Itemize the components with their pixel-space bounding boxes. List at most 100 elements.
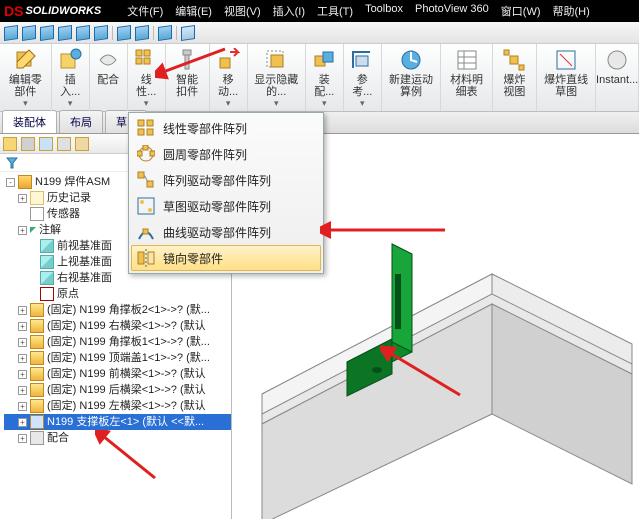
ribbon-instant[interactable]: Instant... [596,44,639,111]
qat-icon[interactable] [94,25,108,41]
qat-icon[interactable] [117,25,131,41]
separator [176,26,177,40]
qat-icon[interactable] [22,25,36,41]
tree-part[interactable]: +(固定) N199 后横梁<1>->? (默认 [4,382,231,398]
ribbon-move[interactable]: 移动...▾ [210,44,248,111]
menu-help[interactable]: 帮助(H) [547,3,596,19]
qat-icon[interactable] [135,25,149,41]
menu-label: 圆周零部件阵列 [163,146,247,163]
panel-tab-icon[interactable] [75,137,89,151]
instant-icon [605,48,629,72]
tree-part[interactable]: +(固定) N199 左横梁<1>->? (默认 [4,398,231,414]
menu-window[interactable]: 窗口(W) [495,3,547,19]
qat-icon[interactable] [58,25,72,41]
tree-label: (固定) N199 角撑板1<1>->? (默... [47,334,210,350]
ribbon-linear-pattern[interactable]: 线性...▾ [128,44,166,111]
panel-tab-icon[interactable] [3,137,17,151]
dropdown-arrow-icon: ▾ [360,98,365,109]
ribbon-show-hidden[interactable]: 显示隐藏的...▾ [248,44,306,111]
tree-part[interactable]: +(固定) N199 角撑板2<1>->? (默... [4,302,231,318]
tree-part[interactable]: + (固定) N199 角撑板1<1>->? (默... [4,334,231,350]
mates-icon [30,431,44,445]
menu-view[interactable]: 视图(V) [218,3,267,19]
ribbon-bom[interactable]: 材料明细表 [441,44,493,111]
menu-insert[interactable]: 插入(I) [267,3,311,19]
expand-icon[interactable]: + [18,418,27,427]
qat-icon[interactable] [40,25,54,41]
expand-icon[interactable]: + [18,402,27,411]
expand-icon[interactable]: + [18,322,27,331]
tab-assembly[interactable]: 装配体 [2,110,57,133]
tree-origin[interactable]: 原点 [4,286,231,302]
tree-mates[interactable]: +配合 [4,430,231,446]
ribbon-new-motion[interactable]: 新建运动算例 [382,44,441,111]
ribbon-smart-fastener[interactable]: 智能扣件 [166,44,210,111]
qat-icon[interactable] [181,25,195,41]
folder-icon [30,191,44,205]
assembly-icon [312,48,336,72]
quick-access-toolbar [0,22,639,44]
ribbon-label: 材料明细表 [447,74,486,98]
expand-icon[interactable]: + [18,338,27,347]
dropdown-arrow-icon: ▾ [274,98,279,109]
panel-tab-icon[interactable] [21,137,35,151]
qat-icon[interactable] [76,25,90,41]
menu-edit[interactable]: 编辑(E) [169,3,218,19]
exploded-icon [502,48,526,72]
app-logo: DS SOLIDWORKS [4,3,101,19]
linear-pattern-icon [137,119,155,137]
menu-curve-driven[interactable]: 曲线驱动零部件阵列 [131,219,321,245]
assembly-icon [18,175,32,189]
menu-label: 曲线驱动零部件阵列 [163,224,271,241]
ribbon-label: 编辑零部件 [6,74,45,98]
separator [153,26,154,40]
panel-tab-icon[interactable] [57,137,71,151]
expand-icon[interactable]: + [18,226,27,235]
menu-tools[interactable]: 工具(T) [311,3,359,19]
tab-layout[interactable]: 布局 [59,110,103,133]
sketch-driven-icon [137,197,155,215]
menu-toolbox[interactable]: Toolbox [359,3,409,19]
part-icon [30,415,44,429]
ribbon-exploded-view[interactable]: 爆炸视图 [493,44,537,111]
expand-icon[interactable]: + [18,370,27,379]
menu-circular-pattern[interactable]: 圆周零部件阵列 [131,141,321,167]
expand-icon[interactable]: + [18,434,27,443]
ribbon-assembly[interactable]: 装配...▾ [306,44,344,111]
ribbon-label: 智能扣件 [172,74,203,98]
tree-label: 原点 [57,286,79,302]
menu-pattern-driven[interactable]: 阵列驱动零部件阵列 [131,167,321,193]
pattern-driven-icon [137,171,155,189]
menu-sketch-driven[interactable]: 草图驱动零部件阵列 [131,193,321,219]
menu-linear-pattern[interactable]: 线性零部件阵列 [131,115,321,141]
expand-icon[interactable]: - [6,178,15,187]
expand-icon[interactable]: + [18,194,27,203]
expand-icon[interactable]: + [18,306,27,315]
ribbon-label: 参考... [350,74,375,98]
menu-file[interactable]: 文件(F) [121,3,169,19]
ribbon-edit-component[interactable]: 编辑零部件▾ [0,44,52,111]
tree-part[interactable]: +(固定) N199 右横梁<1>->? (默认 [4,318,231,334]
tree-label: N199 支撑板左<1> (默认 <<默... [47,414,204,430]
tree-part[interactable]: + (固定) N199 顶端盖1<1>->? (默... [4,350,231,366]
tree-part-selected[interactable]: + N199 支撑板左<1> (默认 <<默... [4,414,231,430]
qat-icon[interactable] [4,25,18,41]
ribbon-insert[interactable]: 插入...▾ [52,44,90,111]
menu-mirror-component[interactable]: 镜向零部件 [131,245,321,271]
linear-pattern-icon [134,48,158,72]
ribbon-exploded-sketch[interactable]: 爆炸直线草图 [537,44,596,111]
pattern-dropdown-menu: 线性零部件阵列 圆周零部件阵列 阵列驱动零部件阵列 草图驱动零部件阵列 曲线驱动… [128,112,324,274]
ribbon-reference[interactable]: 参考...▾ [344,44,382,111]
ribbon-label: 移动... [216,74,241,98]
filter-icon[interactable] [6,157,18,169]
tree-label: (固定) N199 顶端盖1<1>->? (默... [47,350,210,366]
tree-part[interactable]: +(固定) N199 前横梁<1>->? (默认 [4,366,231,382]
expand-icon[interactable]: + [18,354,27,363]
panel-tab-icon[interactable] [39,137,53,151]
ribbon-label: 显示隐藏的... [254,74,299,98]
ribbon-mate[interactable]: 配合 [90,44,128,111]
expand-icon[interactable]: + [18,386,27,395]
qat-icon[interactable] [158,25,172,41]
edit-component-icon [13,48,37,72]
menu-photoview[interactable]: PhotoView 360 [409,3,495,19]
